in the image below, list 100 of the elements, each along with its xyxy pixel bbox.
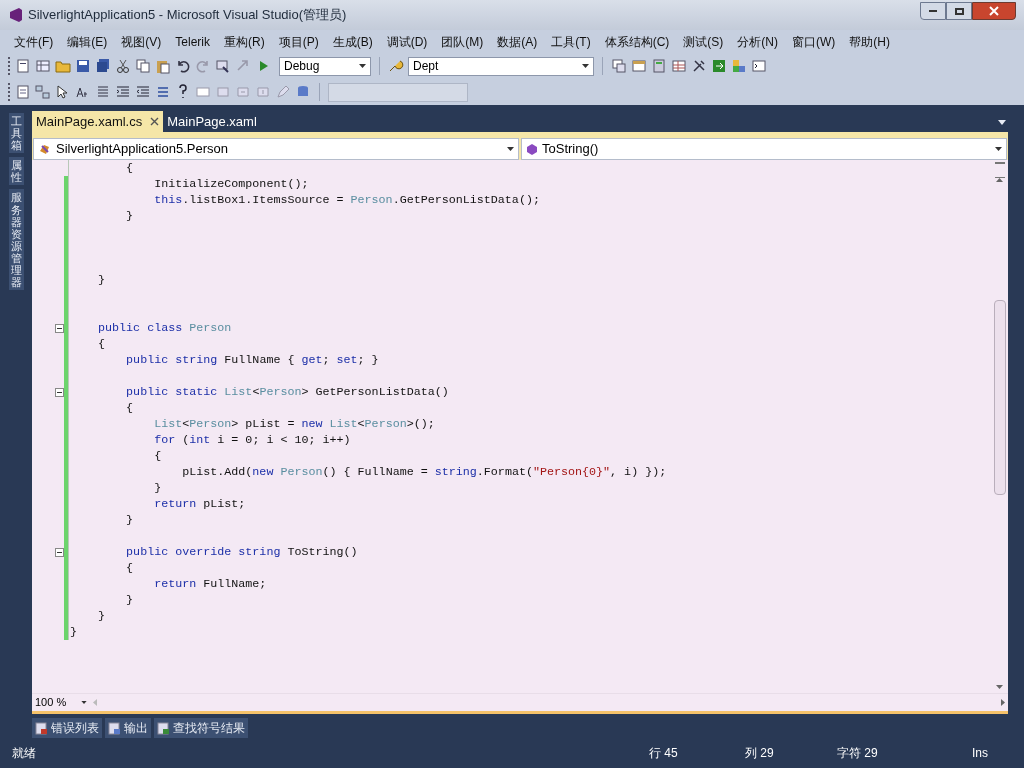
tool-window-tab[interactable]: 错误列表 <box>32 718 102 738</box>
table-icon[interactable] <box>671 58 687 74</box>
tool-window-tab[interactable]: 输出 <box>105 718 151 738</box>
save-all-icon[interactable] <box>95 58 111 74</box>
code-line: } <box>125 512 134 528</box>
scroll-right-icon[interactable] <box>1001 699 1005 706</box>
dropdown-icon[interactable] <box>998 120 1006 125</box>
window-title: SilverlightApplication5 - Microsoft Visual Studio(管理员) <box>28 6 347 25</box>
menu-item[interactable]: 工具(T) <box>545 32 597 51</box>
code-line: return pList; <box>153 496 246 512</box>
tools-icon[interactable] <box>691 58 707 74</box>
code-line: InitializeComponent(); <box>153 176 309 192</box>
collapse-icon[interactable] <box>54 323 64 333</box>
side-tab[interactable]: 服务器资源管理器 <box>8 189 24 291</box>
indent-icon[interactable] <box>115 84 131 100</box>
menu-item[interactable]: 生成(B) <box>326 32 379 51</box>
puzzle-icon[interactable] <box>731 58 747 74</box>
cut-icon[interactable] <box>115 58 131 74</box>
menu-item[interactable]: 编辑(E) <box>61 32 114 51</box>
menu-item[interactable]: 重构(R) <box>218 32 271 51</box>
window-icon <box>108 721 121 735</box>
code-line: pList.Add(new Person() { FullName = string.Format("Person{0}", i) }); <box>181 464 667 480</box>
menu-item[interactable]: 分析(N) <box>731 32 785 51</box>
window-icon <box>35 721 48 735</box>
menu-item[interactable]: 视图(V) <box>115 32 168 51</box>
code-line: } <box>97 272 106 288</box>
menu-item[interactable]: 窗口(W) <box>786 32 842 51</box>
window-icon <box>157 721 170 735</box>
code-line: public static List<Person> GetPersonListData() <box>125 384 449 400</box>
code-line: public string FullName { get; set; } <box>125 352 379 368</box>
menu-item[interactable]: 测试(S) <box>677 32 730 51</box>
class-icon <box>38 142 52 156</box>
menu-item[interactable]: 帮助(H) <box>843 32 897 51</box>
code-line: this.listBox1.ItemsSource = Person.GetPersonListData(); <box>153 192 540 208</box>
document-tab[interactable]: MainPage.xaml <box>163 111 261 132</box>
side-tab[interactable]: 工具箱 <box>8 113 24 154</box>
code-line: { <box>125 160 134 176</box>
member-dropdown[interactable]: ToString() <box>521 138 1007 160</box>
code-line: } <box>70 624 77 640</box>
maximize-button[interactable] <box>946 2 972 20</box>
collapse-icon[interactable] <box>54 387 64 397</box>
column-number: 列 29 <box>745 745 775 762</box>
collapse-icon[interactable] <box>54 547 64 557</box>
menu-item[interactable]: 团队(M) <box>435 32 490 51</box>
app-icon <box>8 7 24 23</box>
windows-icon[interactable] <box>611 58 627 74</box>
scroll-up-icon[interactable] <box>996 178 1003 182</box>
code-line: { <box>153 448 162 464</box>
side-tab[interactable]: 属性 <box>8 157 24 186</box>
save-icon[interactable] <box>75 58 91 74</box>
menu-item[interactable]: 体系结构(C) <box>598 32 676 51</box>
find-icon[interactable] <box>388 58 404 74</box>
form-icon[interactable] <box>631 58 647 74</box>
insert-mode: Ins <box>972 745 989 762</box>
configuration-dropdown[interactable]: Debug <box>279 56 371 76</box>
pencil-icon[interactable] <box>275 84 291 100</box>
export-icon[interactable] <box>711 58 727 74</box>
close-button[interactable] <box>972 2 1016 20</box>
scroll-down-icon[interactable] <box>996 685 1003 689</box>
caret-icon[interactable] <box>995 147 1002 151</box>
outdent-icon[interactable] <box>135 84 151 100</box>
document-tab[interactable]: MainPage.xaml.cs <box>32 111 164 132</box>
code-line: } <box>125 592 134 608</box>
properties-icon[interactable] <box>15 84 31 100</box>
line-number: 行 45 <box>649 745 679 762</box>
caret-icon[interactable] <box>81 701 87 704</box>
code-line: public override string ToString() <box>125 544 358 560</box>
find-dropdown[interactable]: Dept <box>408 56 594 76</box>
code-line: { <box>97 336 106 352</box>
code-line: } <box>125 208 134 224</box>
new-project-icon[interactable] <box>15 58 31 74</box>
type-dropdown[interactable]: SilverlightApplication5.Person <box>33 138 519 160</box>
code-line: } <box>153 480 162 496</box>
code-line: List<Person> pList = new List<Person>(); <box>153 416 435 432</box>
close-icon[interactable] <box>150 117 160 126</box>
grid-icon[interactable] <box>35 58 51 74</box>
code-line: public class Person <box>97 320 232 336</box>
caret-icon[interactable] <box>582 64 589 68</box>
paste-icon[interactable] <box>155 58 171 74</box>
menu-item[interactable]: Telerik <box>169 32 216 51</box>
scroll-thumb[interactable] <box>993 300 1006 495</box>
menu-item[interactable]: 调试(D) <box>380 32 434 51</box>
menu-item[interactable]: 文件(F) <box>8 32 60 51</box>
menu-item[interactable]: 数据(A) <box>491 32 544 51</box>
caret-icon[interactable] <box>359 64 366 68</box>
minimize-button[interactable] <box>920 2 946 20</box>
code-line: { <box>125 400 134 416</box>
code-line: return FullName; <box>153 576 267 592</box>
navigate-icon[interactable] <box>215 58 231 74</box>
copy-icon[interactable] <box>135 58 151 74</box>
character-number: 字符 29 <box>837 745 879 762</box>
menu-item[interactable]: 项目(P) <box>272 32 325 51</box>
method-icon <box>526 143 538 155</box>
code-line: for (int i = 0; i < 10; i++) <box>153 432 351 448</box>
caret-icon[interactable] <box>507 147 514 151</box>
code-line: } <box>97 608 106 624</box>
command-window-icon[interactable] <box>751 58 767 74</box>
undo-icon[interactable] <box>175 58 191 74</box>
status-message: 就绪 <box>12 745 37 762</box>
tool-window-tab[interactable]: 查找符号结果 <box>154 718 248 738</box>
